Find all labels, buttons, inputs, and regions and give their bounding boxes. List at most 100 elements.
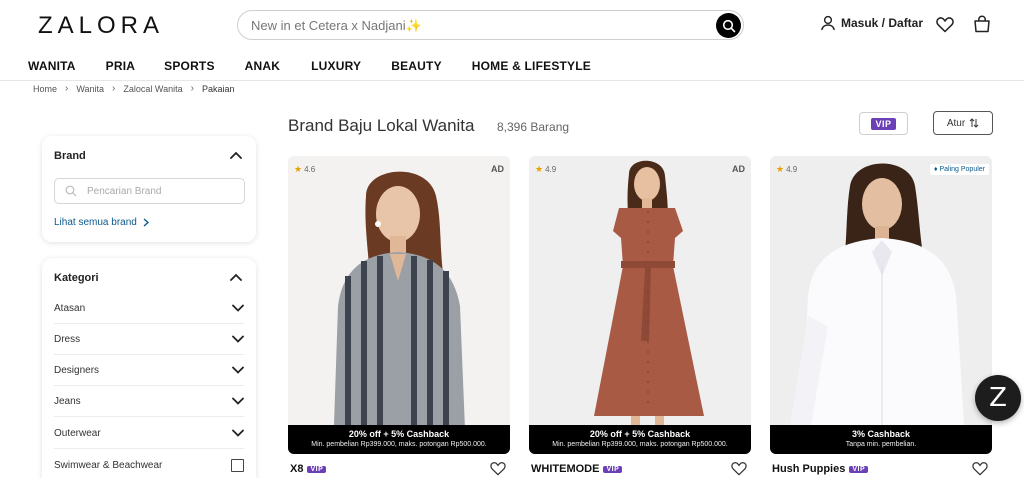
shopping-bag-icon: [974, 15, 990, 33]
login-button[interactable]: Masuk / Daftar: [820, 15, 923, 31]
ad-tag: AD: [491, 164, 504, 174]
nav-item-pria[interactable]: PRIA: [106, 59, 135, 73]
breadcrumb-pakaian: Pakaian: [201, 83, 235, 94]
cashback-note: Min. pembelian Rp399.000, maks. potongan…: [311, 441, 487, 448]
chevron-up-icon[interactable]: [230, 273, 242, 281]
chevron-right-icon: ›: [112, 83, 116, 94]
popular-label: Paling Populer: [939, 166, 985, 173]
product-card[interactable]: ★ 4.9 ♦ Paling Populer 3% Cashback Tanpa …: [770, 156, 992, 478]
vip-filter-button[interactable]: VIP: [859, 112, 908, 135]
product-rating: ★ 4.9: [535, 164, 556, 175]
chevron-up-icon[interactable]: [230, 151, 242, 159]
wishlist-toggle[interactable]: [731, 461, 747, 478]
chevron-down-icon: [232, 304, 244, 312]
product-image[interactable]: ★ 4.9 AD 20% off + 5% Cashback Min. pembe…: [529, 156, 751, 454]
chevron-down-icon: [232, 429, 244, 437]
chevron-down-icon: [232, 366, 244, 374]
wishlist-toggle[interactable]: [972, 461, 988, 478]
rating-value: 4.9: [786, 165, 798, 174]
model-photo: [288, 156, 510, 454]
sort-icon: [969, 118, 979, 128]
product-image[interactable]: ★ 4.6 AD 20% off + 5% Cashback Min. pembe…: [288, 156, 510, 454]
breadcrumb-zalocal-wanita[interactable]: Zalocal Wanita: [123, 84, 182, 94]
heart-icon: [972, 462, 988, 476]
wishlist-button[interactable]: [936, 16, 954, 38]
brand-filter-card: Brand Lihat semua brand: [42, 136, 256, 242]
search-icon: [65, 185, 77, 197]
category-item-dress[interactable]: Dress: [54, 324, 244, 355]
brand-filter-title: Brand: [54, 150, 86, 162]
nav-item-luxury[interactable]: LUXURY: [311, 59, 361, 73]
product-card[interactable]: ★ 4.9 AD 20% off + 5% Cashback Min. pembe…: [529, 156, 751, 478]
cashback-note: Min. pembelian Rp399.000, maks. potongan…: [552, 441, 728, 448]
chevron-right-icon: ›: [190, 83, 194, 94]
product-card[interactable]: ★ 4.6 AD 20% off + 5% Cashback Min. pembe…: [288, 156, 510, 478]
star-icon: ★: [776, 164, 785, 174]
product-brand[interactable]: Hush Puppies VIP: [772, 463, 869, 475]
rating-value: 4.6: [304, 165, 316, 174]
user-icon: [821, 15, 835, 31]
product-brand[interactable]: X8 VIP: [290, 463, 327, 475]
category-item-outerwear[interactable]: Outerwear: [54, 418, 244, 449]
main-nav: WANITA PRIA SPORTS ANAK LUXURY BEAUTY HO…: [28, 59, 591, 73]
cart-button[interactable]: [973, 15, 991, 38]
category-item-label: Swimwear & Beachwear: [54, 460, 163, 471]
category-item-label: Outerwear: [54, 427, 101, 439]
chevron-right-icon: [143, 218, 149, 227]
model-photo: [529, 156, 751, 454]
breadcrumb-home[interactable]: Home: [33, 84, 57, 94]
heart-icon: [936, 17, 954, 33]
brand-label: Hush Puppies: [772, 463, 846, 475]
wishlist-toggle[interactable]: [490, 461, 506, 478]
breadcrumb-wanita[interactable]: Wanita: [76, 84, 104, 94]
cashback-title: 20% off + 5% Cashback: [348, 429, 450, 439]
sort-label: Atur: [946, 117, 966, 129]
category-item-swimwear-beachwear[interactable]: Swimwear & Beachwear: [54, 450, 244, 478]
see-all-brands-label: Lihat semua brand: [54, 217, 137, 228]
nav-item-sports[interactable]: SPORTS: [164, 59, 215, 73]
search-icon: [722, 19, 735, 32]
nav-item-wanita[interactable]: WANITA: [28, 59, 76, 73]
cashback-banner: 20% off + 5% Cashback Min. pembelian Rp3…: [288, 425, 510, 454]
cashback-title: 3% Cashback: [851, 429, 911, 439]
search-input[interactable]: [251, 17, 691, 33]
star-icon: ★: [294, 164, 303, 174]
star-icon: ★: [535, 164, 544, 174]
zalora-assistant-button[interactable]: Z: [975, 375, 1021, 421]
product-brand[interactable]: WHITEMODE VIP: [531, 463, 623, 475]
brand-label: WHITEMODE: [531, 463, 600, 475]
search-bar[interactable]: [237, 10, 744, 40]
brand-search-input[interactable]: [87, 185, 237, 197]
popular-badge: ♦ Paling Populer: [929, 164, 989, 175]
brand-label: X8: [290, 463, 304, 475]
category-filter-title: Kategori: [54, 272, 99, 284]
nav-item-anak[interactable]: ANAK: [245, 59, 280, 73]
search-button[interactable]: [716, 13, 741, 38]
vip-badge: VIP: [871, 117, 896, 130]
login-label: Masuk / Daftar: [841, 16, 924, 30]
vip-badge: VIP: [603, 465, 623, 473]
product-rating: ★ 4.6: [294, 164, 315, 175]
category-item-label: Dress: [54, 333, 81, 345]
product-image[interactable]: ★ 4.9 ♦ Paling Populer 3% Cashback Tanpa …: [770, 156, 992, 454]
category-item-label: Designers: [54, 364, 100, 376]
category-item-atasan[interactable]: Atasan: [54, 293, 244, 324]
category-checkbox[interactable]: [231, 459, 244, 472]
chevron-right-icon: ›: [65, 83, 69, 94]
nav-divider: [0, 80, 1024, 81]
zalora-logo[interactable]: ZALORA: [38, 12, 164, 40]
category-item-designers[interactable]: Designers: [54, 355, 244, 386]
brand-search-field[interactable]: [54, 178, 245, 204]
item-count: 8,396 Barang: [497, 120, 570, 134]
category-item-label: Jeans: [54, 395, 81, 407]
heart-icon: [490, 462, 506, 476]
vip-badge: VIP: [849, 465, 869, 473]
sort-button[interactable]: Atur: [933, 111, 993, 135]
model-photo: [770, 156, 992, 454]
category-item-jeans[interactable]: Jeans: [54, 386, 244, 417]
nav-item-home-lifestyle[interactable]: HOME & LIFESTYLE: [472, 59, 591, 73]
page-title: Brand Baju Lokal Wanita: [288, 116, 475, 135]
heart-icon: [731, 462, 747, 476]
see-all-brands-link[interactable]: Lihat semua brand: [54, 217, 149, 228]
nav-item-beauty[interactable]: BEAUTY: [391, 59, 442, 73]
